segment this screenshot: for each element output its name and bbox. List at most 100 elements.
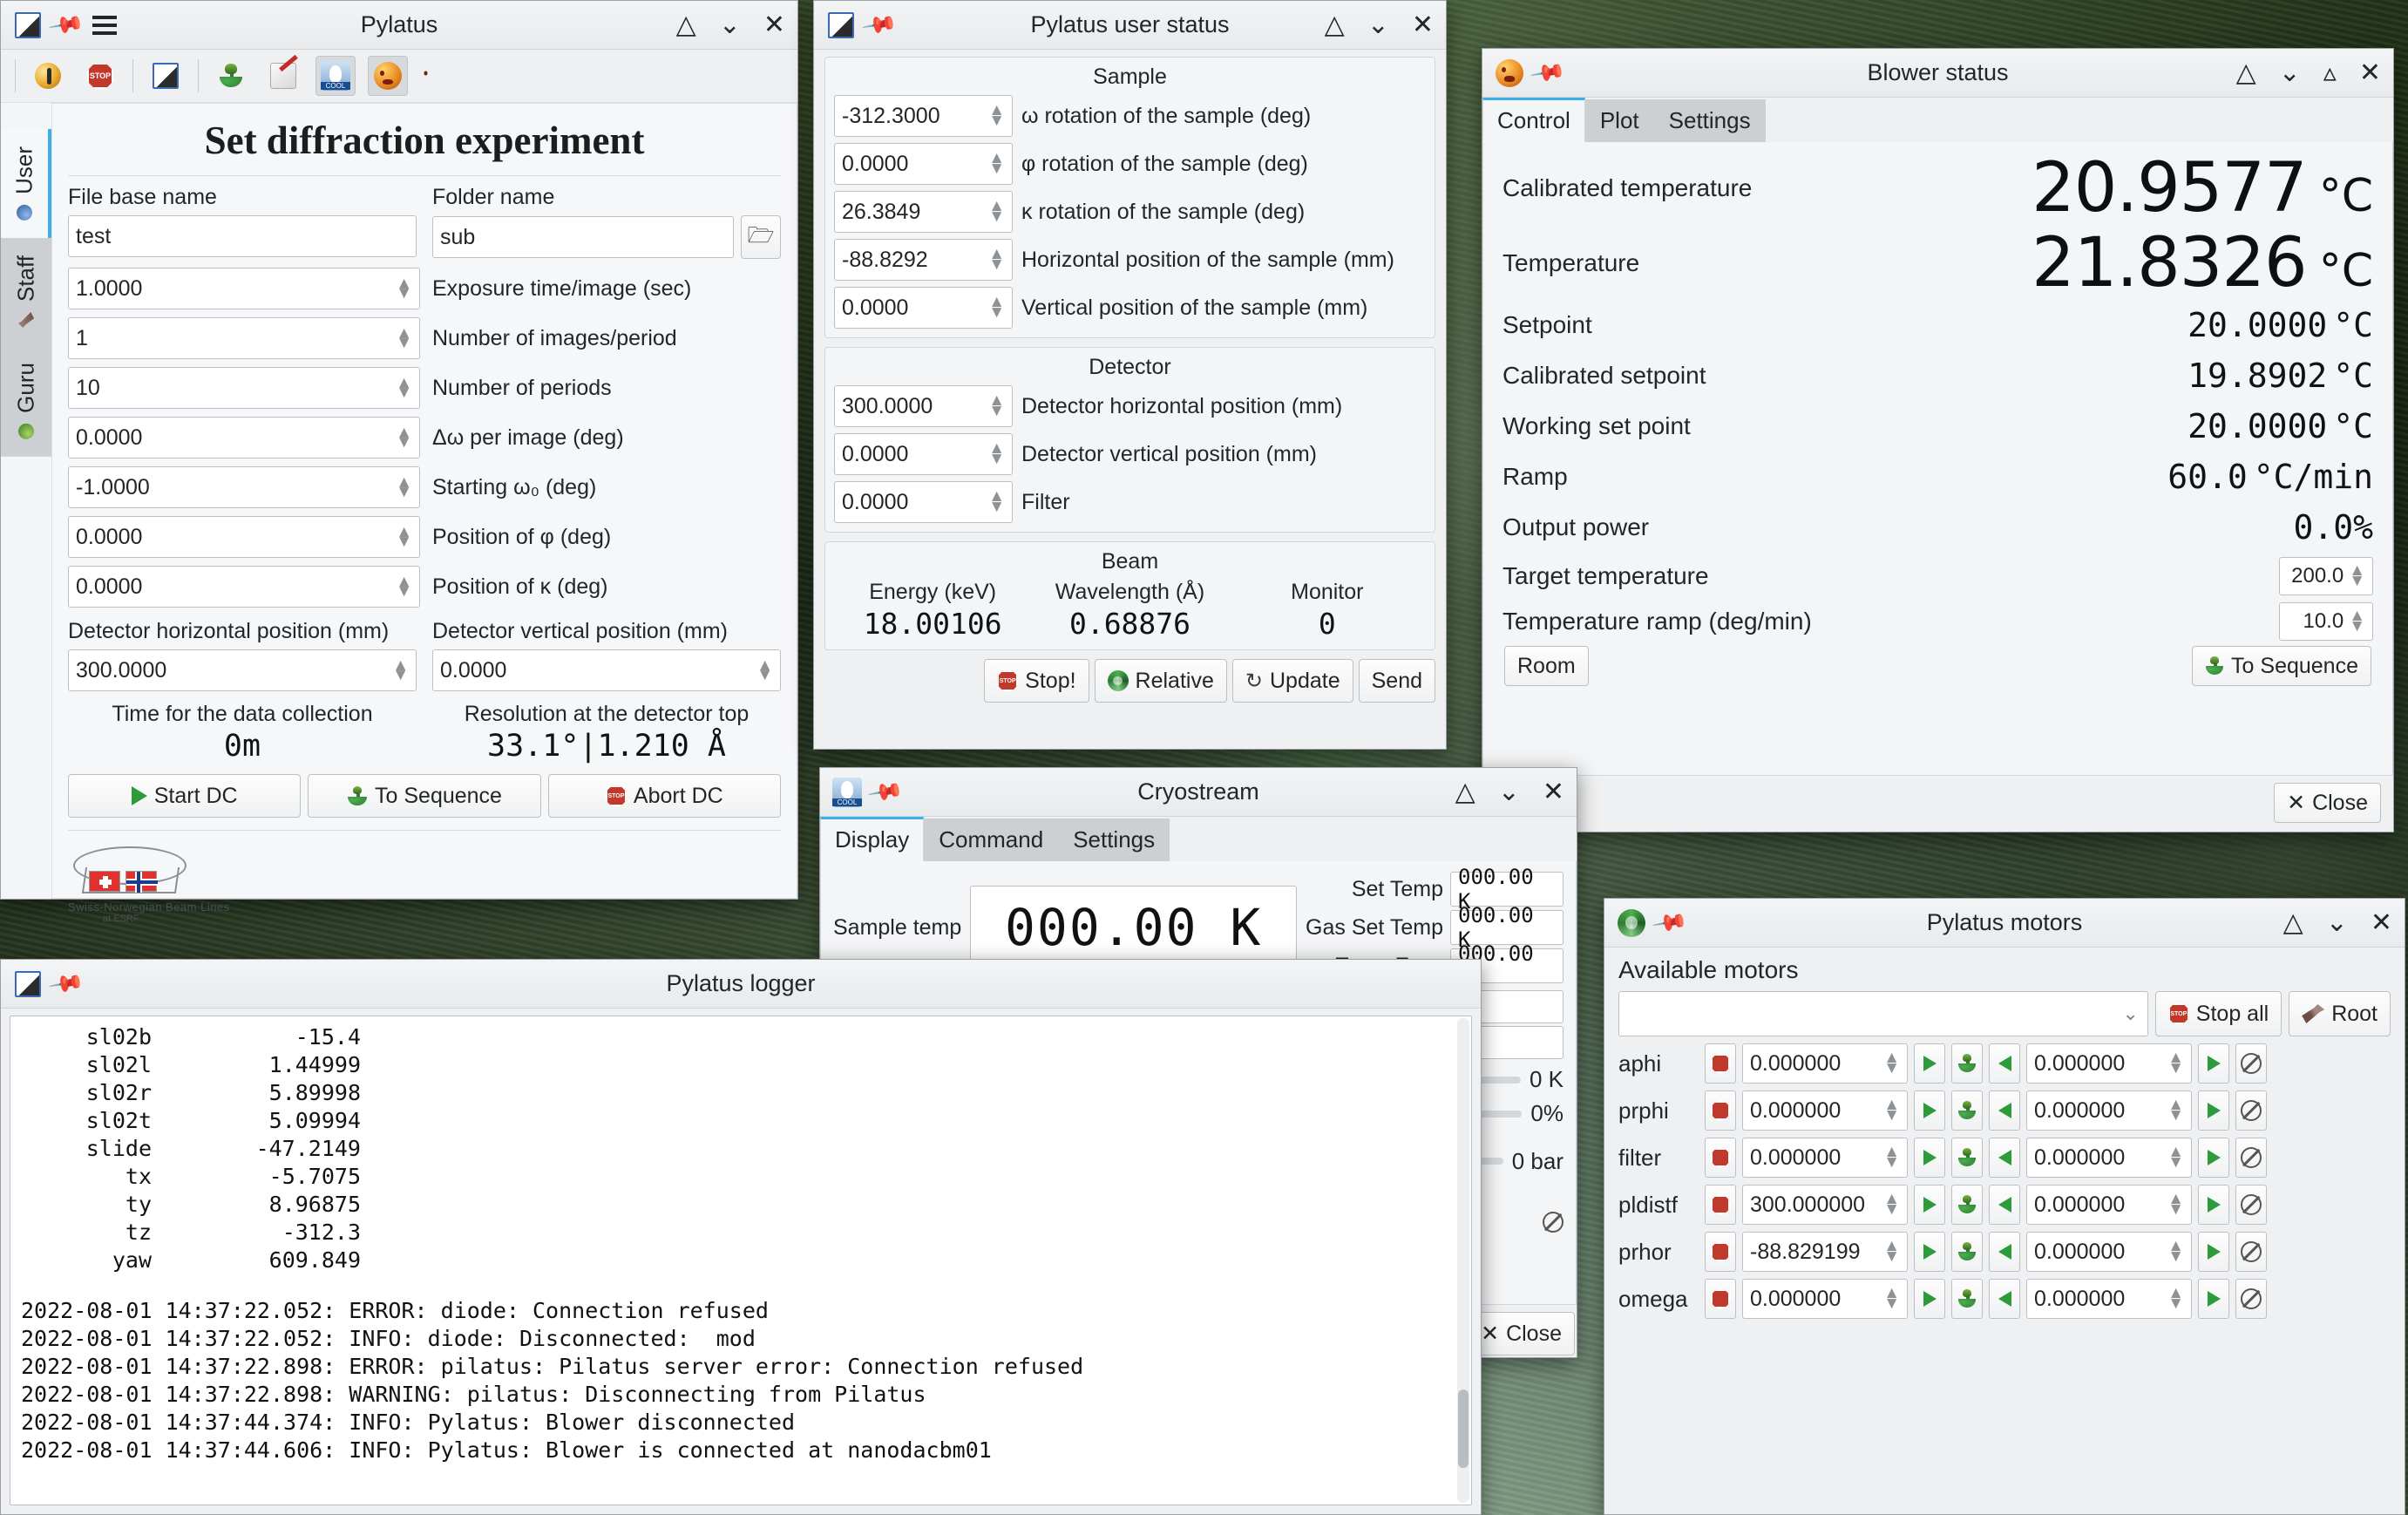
send-button[interactable]: Send <box>1358 659 1435 703</box>
number-of-periods-input[interactable]: 10 ▲ ▼ <box>68 367 420 410</box>
detector-horizontal-input[interactable]: 300.0000 ▲ ▼ <box>68 649 417 692</box>
motor-relative-input[interactable]: 0.000000 ▲ ▼ <box>2026 1138 2192 1178</box>
shade-button[interactable]: △ <box>1455 778 1475 805</box>
blower-titlebar[interactable]: 📌 Blower status △ ⌄ ▵ ✕ <box>1482 49 2393 98</box>
close-button[interactable]: ✕ Close <box>2274 783 2381 823</box>
motor-go-button[interactable] <box>1914 1090 1945 1131</box>
vtab-staff[interactable]: Staff <box>1 238 51 346</box>
abort-dc-button[interactable]: STOP Abort DC <box>547 774 781 819</box>
detector-vertical-input[interactable]: 0.0000 ▲ ▼ <box>432 649 781 692</box>
motor-position-input[interactable]: 0.000000 ▲ ▼ <box>1742 1043 1908 1084</box>
close-button[interactable]: ✕ <box>2371 909 2392 936</box>
detector-horizontal-input[interactable]: 300.0000 ▲ ▼ <box>834 385 1013 427</box>
motor-back-button[interactable] <box>1989 1043 2020 1084</box>
logger-titlebar[interactable]: 📌 Pylatus logger <box>1 960 1481 1009</box>
pin-icon[interactable]: 📌 <box>1651 904 1689 941</box>
motor-go-button[interactable] <box>1914 1185 1945 1225</box>
maximize-button[interactable]: ▵ <box>2323 59 2337 86</box>
tab-settings[interactable]: Settings <box>1653 99 1766 142</box>
motor-relative-go-button[interactable] <box>2198 1232 2229 1272</box>
cryostream-titlebar[interactable]: 📌 Cryostream △ ⌄ ✕ <box>820 768 1577 817</box>
file-base-name-input[interactable]: test <box>68 215 417 258</box>
motor-disable-button[interactable] <box>2235 1185 2267 1225</box>
motor-position-input[interactable]: 0.000000 ▲ ▼ <box>1742 1138 1908 1178</box>
target-temperature-input[interactable]: 200.0 ▲ ▼ <box>2279 557 2373 595</box>
kappa-rotation-input[interactable]: 26.3849 ▲ ▼ <box>834 191 1013 233</box>
folder-icon[interactable]: 🗁 <box>741 215 781 260</box>
motor-disable-button[interactable] <box>2235 1138 2267 1178</box>
pylatus-titlebar[interactable]: 📌 Pylatus △ ⌄ ✕ <box>1 1 797 50</box>
motor-relative-input[interactable]: 0.000000 ▲ ▼ <box>2026 1043 2192 1084</box>
scroll-icon[interactable] <box>263 56 303 96</box>
motor-stop-button[interactable] <box>1705 1090 1736 1131</box>
motor-stop-button[interactable] <box>1705 1138 1736 1178</box>
motor-relative-input[interactable]: 0.000000 ▲ ▼ <box>2026 1090 2192 1131</box>
motor-relative-go-button[interactable] <box>2198 1090 2229 1131</box>
motor-select[interactable]: ⌄ <box>1618 991 2148 1036</box>
tab-plot[interactable]: Plot <box>1584 99 1654 142</box>
motor-position-input[interactable]: 300.000000 ▲ ▼ <box>1742 1185 1908 1225</box>
stop-all-button[interactable]: STOP Stop all <box>2154 991 2283 1036</box>
update-button[interactable]: ↻ Update <box>1231 659 1353 703</box>
close-button[interactable]: ✕ <box>1412 11 1434 38</box>
motor-back-button[interactable] <box>1989 1138 2020 1178</box>
eye-icon[interactable] <box>28 56 68 96</box>
motor-relative-go-button[interactable] <box>2198 1138 2229 1178</box>
motor-sequence-button[interactable] <box>1951 1138 1983 1178</box>
motor-position-input[interactable]: 0.000000 ▲ ▼ <box>1742 1279 1908 1319</box>
minimize-button[interactable]: ⌄ <box>719 11 741 38</box>
filter-input[interactable]: 0.0000 ▲ ▼ <box>834 481 1013 523</box>
motor-sequence-button[interactable] <box>1951 1232 1983 1272</box>
folder-name-input[interactable]: sub <box>432 216 734 259</box>
minimize-button[interactable]: ⌄ <box>2279 59 2301 86</box>
motor-relative-input[interactable]: 0.000000 ▲ ▼ <box>2026 1279 2192 1319</box>
motor-go-button[interactable] <box>1914 1043 1945 1084</box>
tab-display[interactable]: Display <box>820 817 925 861</box>
phi-position-input[interactable]: 0.0000 ▲ ▼ <box>68 516 420 559</box>
starting-omega-input[interactable]: -1.0000 ▲ ▼ <box>68 466 420 509</box>
minimize-button[interactable]: ⌄ <box>1367 11 1389 38</box>
sample-vertical-input[interactable]: 0.0000 ▲ ▼ <box>834 287 1013 329</box>
motor-sequence-button[interactable] <box>1951 1185 1983 1225</box>
motor-relative-go-button[interactable] <box>2198 1279 2229 1319</box>
images-per-period-input[interactable]: 1 ▲ ▼ <box>68 317 420 360</box>
tab-control[interactable]: Control <box>1482 98 1585 142</box>
minimize-button[interactable]: ⌄ <box>2326 909 2348 936</box>
motor-position-input[interactable]: -88.829199 ▲ ▼ <box>1742 1232 1908 1272</box>
minimize-button[interactable]: ⌄ <box>1498 778 1520 805</box>
book-icon[interactable] <box>146 56 186 96</box>
pin-icon[interactable]: 📌 <box>860 6 899 44</box>
motor-sequence-button[interactable] <box>1951 1279 1983 1319</box>
motors-titlebar[interactable]: 📌 Pylatus motors △ ⌄ ✕ <box>1604 899 2405 948</box>
log-scrollbar[interactable] <box>1457 1018 1469 1503</box>
start-dc-button[interactable]: Start DC <box>68 774 302 819</box>
motor-relative-input[interactable]: 0.000000 ▲ ▼ <box>2026 1185 2192 1225</box>
temperature-ramp-input[interactable]: 10.0 ▲ ▼ <box>2279 602 2373 641</box>
motor-sequence-button[interactable] <box>1951 1090 1983 1131</box>
close-button[interactable]: ✕ Close <box>1468 1312 1575 1355</box>
tab-settings[interactable]: Settings <box>1058 819 1170 861</box>
motor-back-button[interactable] <box>1989 1090 2020 1131</box>
motor-position-input[interactable]: 0.000000 ▲ ▼ <box>1742 1090 1908 1131</box>
root-button[interactable]: Root <box>2289 991 2391 1036</box>
penguin-icon[interactable] <box>315 56 356 97</box>
shade-button[interactable]: △ <box>1325 11 1345 38</box>
user-status-titlebar[interactable]: 📌 Pylatus user status △ ⌄ ✕ <box>814 1 1446 50</box>
motor-disable-button[interactable] <box>2235 1043 2267 1084</box>
vtab-user[interactable]: User <box>1 129 51 239</box>
motor-stop-button[interactable] <box>1705 1043 1736 1084</box>
motor-stop-button[interactable] <box>1705 1232 1736 1272</box>
menu-icon[interactable] <box>90 10 119 40</box>
tab-command[interactable]: Command <box>924 819 1059 861</box>
room-button[interactable]: Room <box>1504 646 1589 686</box>
domega-per-image-input[interactable]: 0.0000 ▲ ▼ <box>68 417 420 459</box>
motor-go-button[interactable] <box>1914 1279 1945 1319</box>
pin-icon[interactable]: 📌 <box>1529 54 1567 92</box>
close-button[interactable]: ✕ <box>763 11 785 38</box>
motor-back-button[interactable] <box>1989 1185 2020 1225</box>
motor-go-button[interactable] <box>1914 1138 1945 1178</box>
to-sequence-button[interactable]: To Sequence <box>308 774 541 819</box>
close-button[interactable]: ✕ <box>2359 59 2381 86</box>
motor-sequence-button[interactable] <box>1951 1043 1983 1084</box>
motor-relative-go-button[interactable] <box>2198 1043 2229 1084</box>
